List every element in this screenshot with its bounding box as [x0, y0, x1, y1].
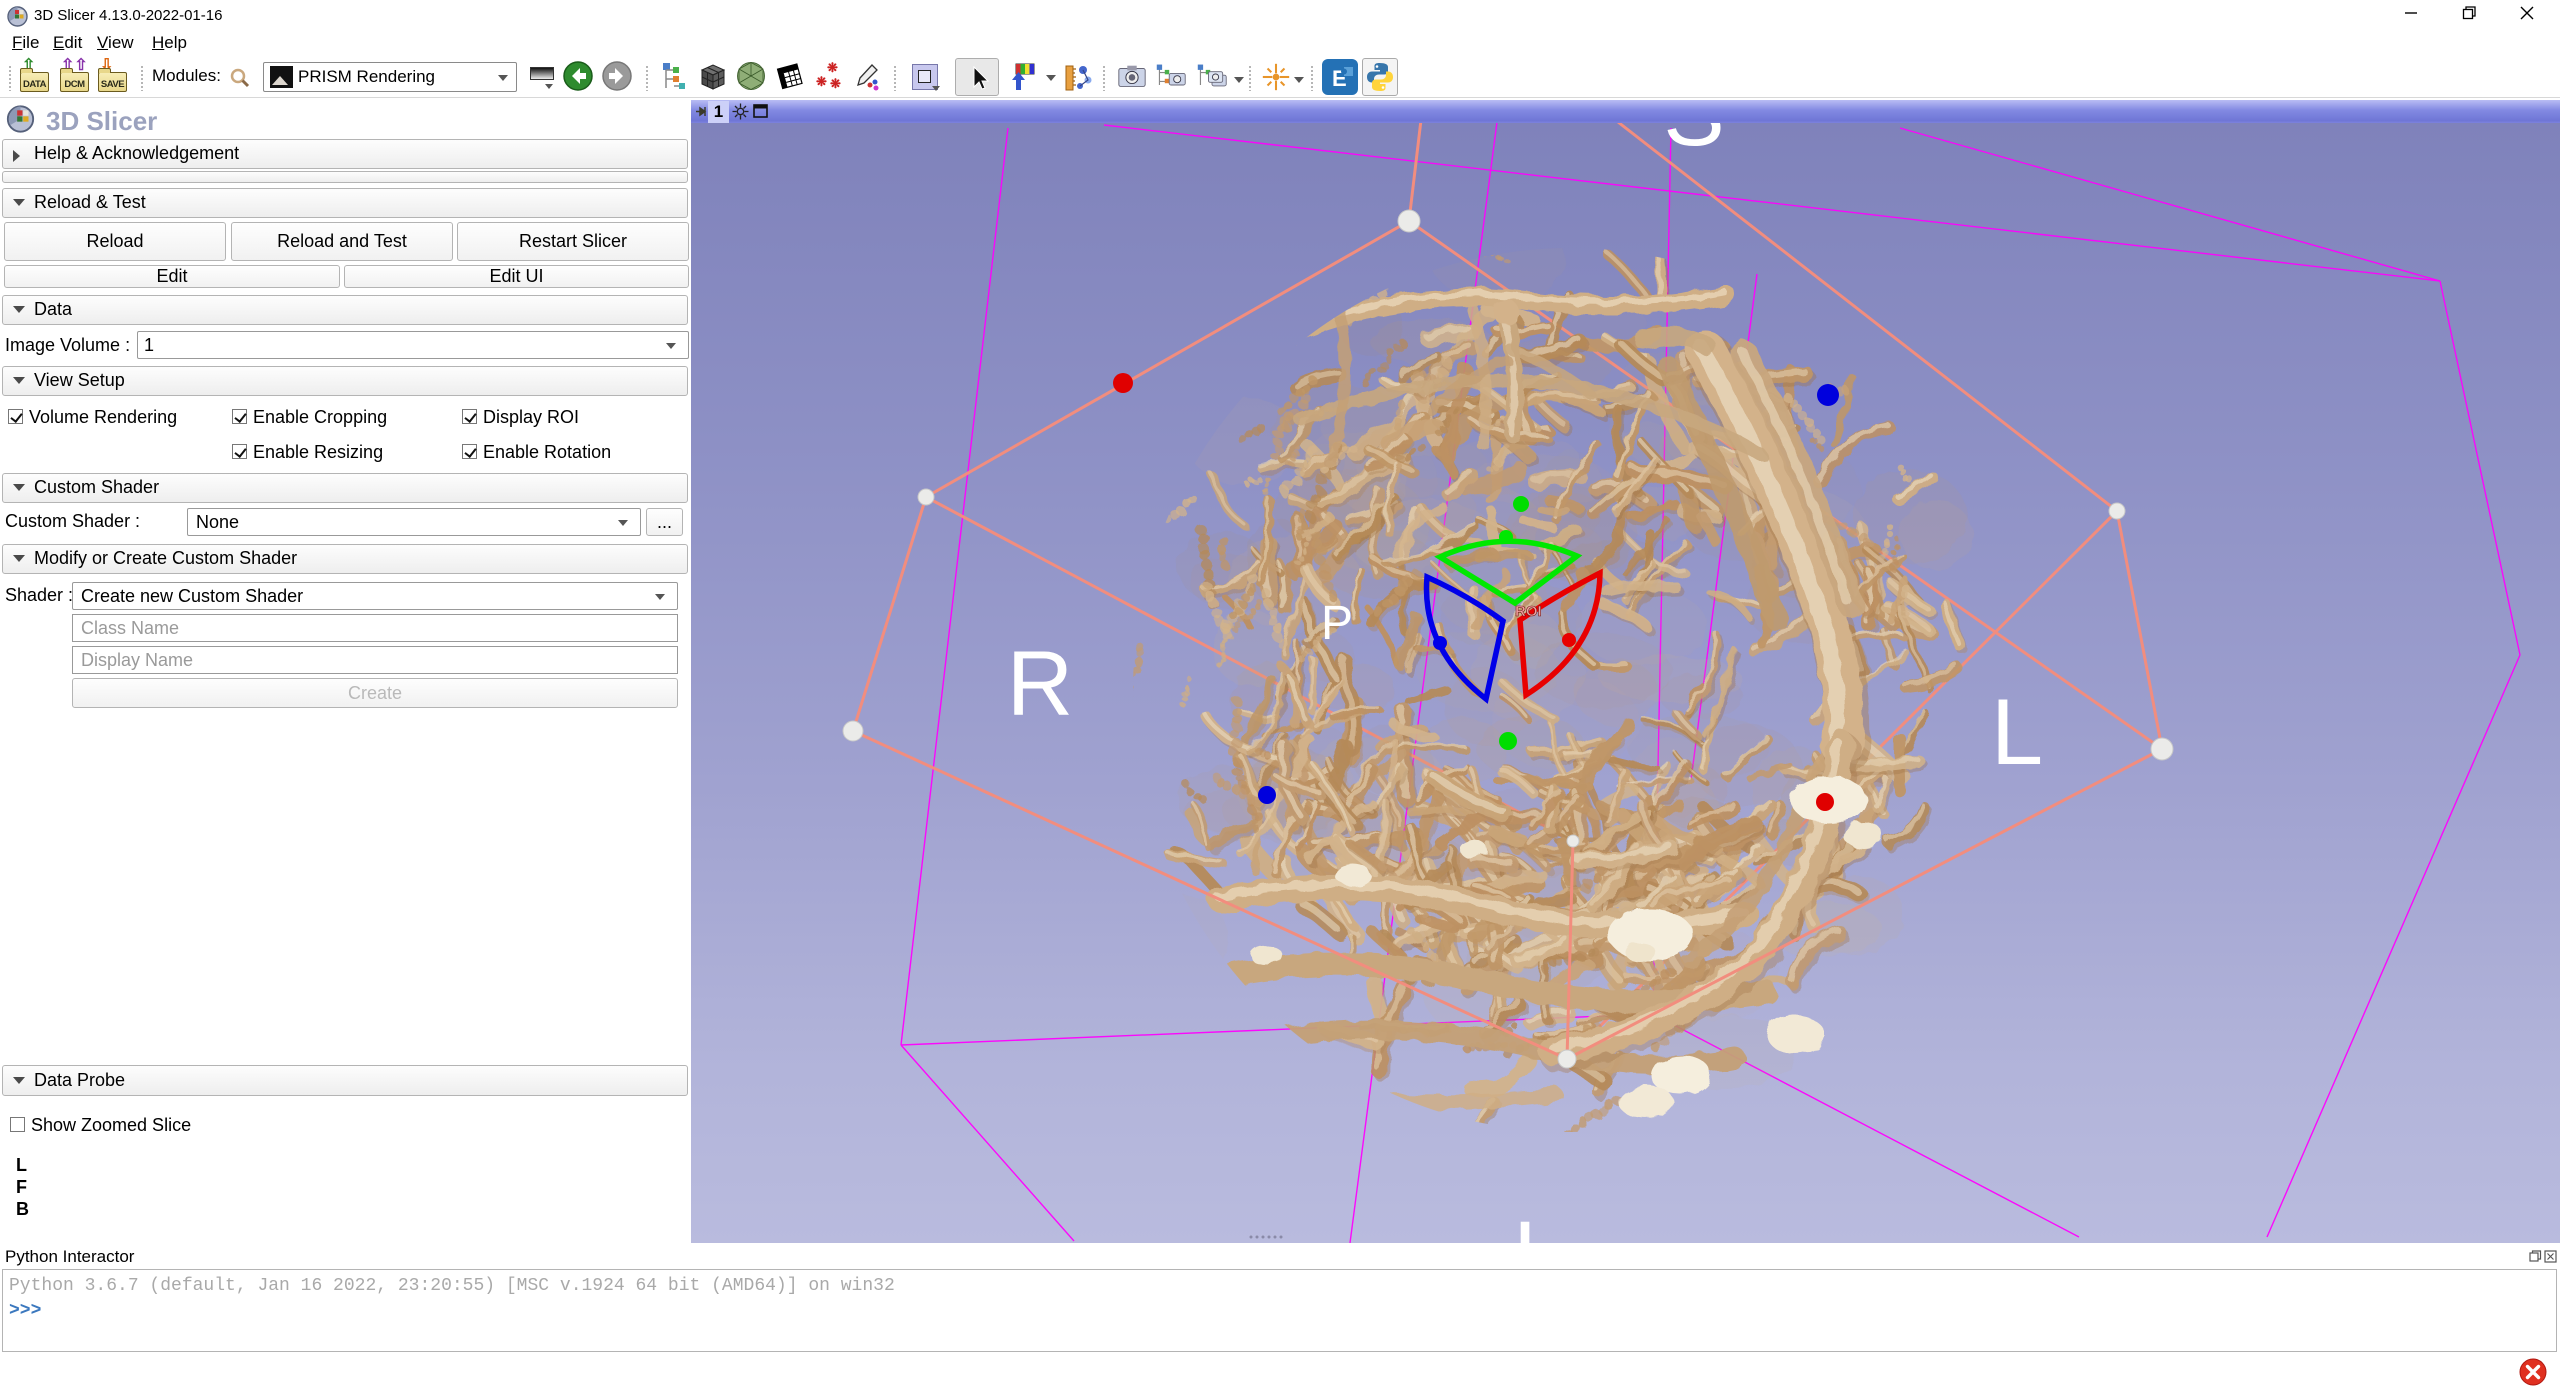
svg-text:I: I — [1512, 1203, 1538, 1243]
svg-text:❋: ❋ — [827, 60, 838, 75]
svg-text:❋: ❋ — [816, 74, 827, 89]
svg-text:R: R — [1007, 633, 1073, 735]
svg-text:L: L — [1991, 679, 2043, 784]
svg-text:ROI: ROI — [1515, 603, 1542, 620]
svg-text:❋: ❋ — [830, 76, 841, 91]
svg-text:P: P — [1321, 597, 1353, 650]
